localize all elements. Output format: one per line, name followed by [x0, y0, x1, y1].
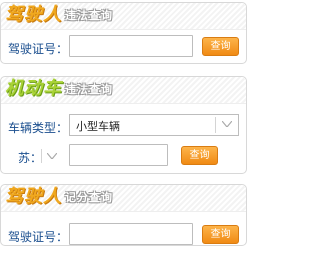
panel-title: 驾驶人 [5, 186, 62, 207]
vehicle-violation-panel: 机动车 违法查询 车辆类型： 小型车辆 苏： 查询 [0, 76, 247, 174]
panel-header: 驾驶人 违法查询 [1, 3, 246, 30]
panel-header: 机动车 违法查询 [1, 77, 246, 104]
plate-number-input[interactable] [69, 144, 168, 166]
panel-subtitle: 违法查询 [65, 83, 113, 96]
panel-subtitle: 记分查询 [65, 191, 113, 204]
query-button[interactable]: 查询 [181, 146, 218, 165]
vehicle-type-select[interactable]: 小型车辆 [69, 114, 239, 136]
license-input[interactable] [69, 35, 193, 57]
driver-violation-panel: 驾驶人 违法查询 驾驶证号： 查询 [0, 2, 247, 64]
panel-subtitle: 违法查询 [65, 9, 113, 22]
query-button[interactable]: 查询 [202, 225, 239, 244]
panel-title: 驾驶人 [5, 4, 62, 25]
vehicle-type-value: 小型车辆 [76, 120, 120, 133]
chevron-down-icon [47, 153, 57, 159]
divider [41, 149, 42, 163]
license-input[interactable] [69, 223, 193, 245]
plate-prefix-select[interactable] [41, 145, 69, 167]
driver-points-panel: 驾驶人 记分查询 驾驶证号： 查询 [0, 184, 247, 246]
plate-prefix-label: 苏： [18, 151, 43, 165]
query-button[interactable]: 查询 [202, 37, 239, 56]
license-label: 驾驶证号： [8, 230, 69, 244]
panel-title: 机动车 [5, 78, 62, 99]
chevron-down-icon[interactable] [215, 117, 238, 133]
license-label: 驾驶证号： [8, 42, 69, 56]
vehicle-type-label: 车辆类型： [8, 121, 69, 135]
panel-header: 驾驶人 记分查询 [1, 185, 246, 212]
